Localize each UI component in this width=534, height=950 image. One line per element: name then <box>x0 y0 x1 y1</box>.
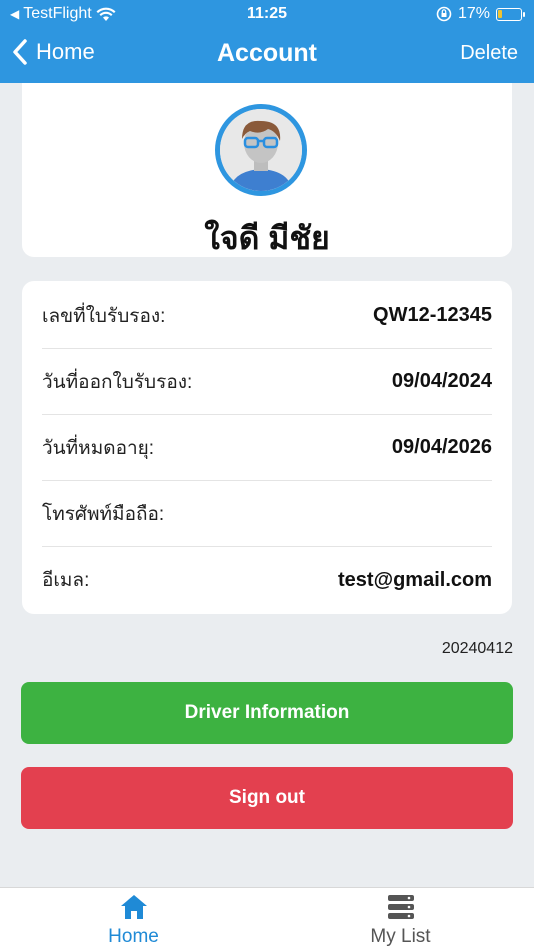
tab-home[interactable]: Home <box>0 888 267 950</box>
avatar <box>215 104 307 196</box>
status-right-group: 17% <box>436 5 525 23</box>
app-header: ◀ TestFlight 11:25 17% Home Account Dele… <box>0 0 534 83</box>
orientation-lock-icon <box>436 6 452 22</box>
tab-bar: Home My List <box>0 887 534 950</box>
tab-my-list[interactable]: My List <box>267 888 534 950</box>
battery-icon <box>496 7 525 21</box>
info-row-email: อีเมล: test@gmail.com <box>42 547 492 613</box>
info-value: test@gmail.com <box>338 568 492 591</box>
sign-out-button[interactable]: Sign out <box>21 767 513 829</box>
page-title: Account <box>217 39 317 67</box>
info-card: เลขที่ใบรับรอง: QW12-12345 วันที่ออกใบรั… <box>22 281 512 614</box>
list-icon <box>387 895 414 919</box>
info-row-mobile-phone: โทรศัพท์มือถือ: <box>42 481 492 547</box>
tab-home-label: Home <box>108 926 159 947</box>
driver-information-button[interactable]: Driver Information <box>21 682 513 744</box>
profile-name: ใจดี มีชัย <box>204 220 330 256</box>
info-label: เลขที่ใบรับรอง: <box>42 305 166 327</box>
info-value: 09/04/2024 <box>391 370 492 392</box>
avatar-person-icon <box>220 109 302 191</box>
profile-card: ใจดี มีชัย <box>22 83 512 257</box>
version-label: 20240412 <box>441 640 513 657</box>
home-icon <box>120 895 147 919</box>
status-bar: ◀ TestFlight 11:25 17% <box>0 0 534 28</box>
nav-bar: Home Account Delete <box>0 28 534 83</box>
info-label: โทรศัพท์มือถือ: <box>42 503 165 525</box>
battery-percent: 17% <box>457 5 490 22</box>
info-label: วันที่ออกใบรับรอง: <box>42 371 193 393</box>
info-label: อีเมล: <box>42 570 90 591</box>
info-value: 09/04/2026 <box>391 436 492 458</box>
tab-my-list-label: My List <box>370 926 431 947</box>
info-value: QW12-12345 <box>373 304 492 326</box>
info-label: วันที่หมดอายุ: <box>42 437 155 459</box>
battery-fill <box>498 9 502 18</box>
info-row-certificate-number: เลขที่ใบรับรอง: QW12-12345 <box>42 283 492 349</box>
info-row-issue-date: วันที่ออกใบรับรอง: 09/04/2024 <box>42 349 492 415</box>
info-row-expiry-date: วันที่หมดอายุ: 09/04/2026 <box>42 415 492 481</box>
delete-button[interactable]: Delete <box>460 42 518 65</box>
